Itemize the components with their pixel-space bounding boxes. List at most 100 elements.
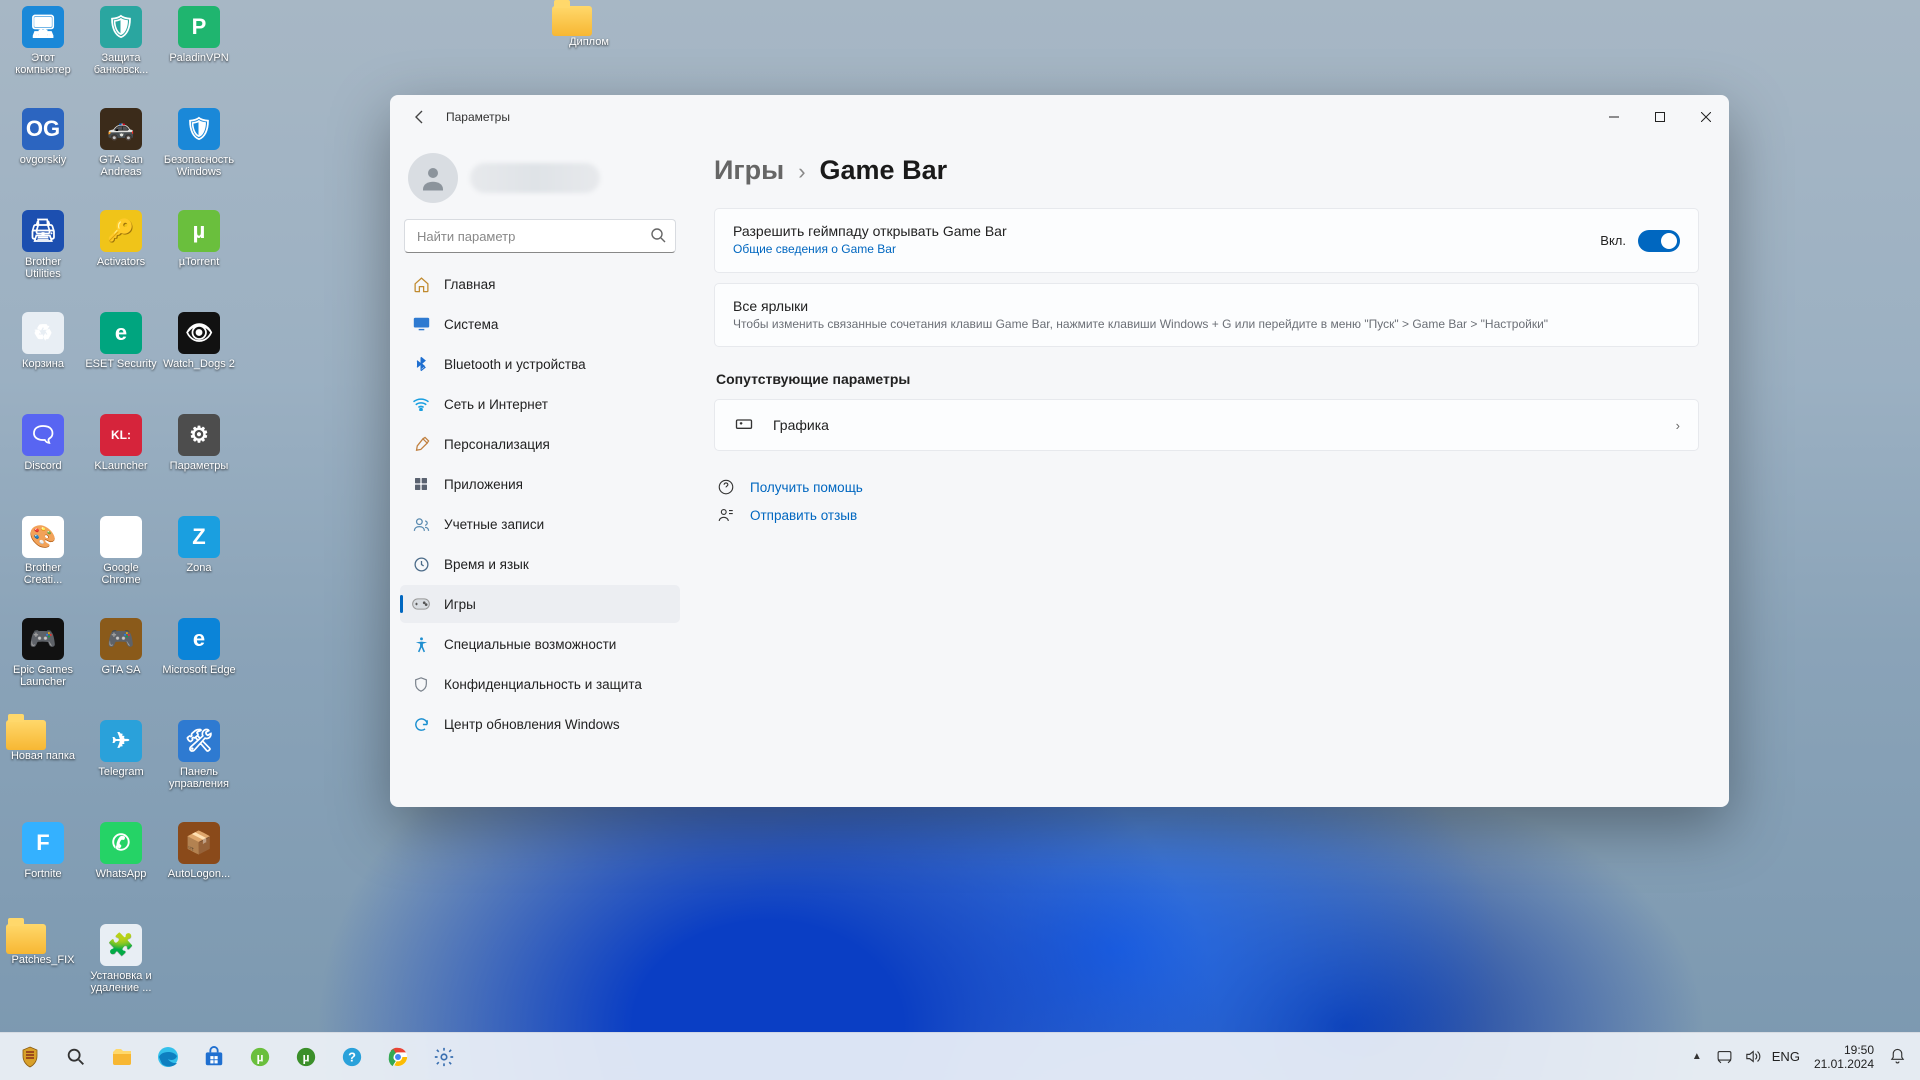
desktop-icon-label: Установка и удаление ... — [84, 970, 158, 994]
nav-item-home[interactable]: Главная — [400, 265, 680, 303]
nav-label: Bluetooth и устройства — [444, 357, 586, 372]
tb-search[interactable] — [54, 1037, 98, 1077]
app-icon: 🧩 — [100, 924, 142, 966]
tray-clock[interactable]: 19:50 21.01.2024 — [1810, 1043, 1878, 1071]
desktop-icon[interactable]: ⚙Параметры — [162, 414, 236, 472]
desktop-icon[interactable]: 🎮Epic Games Launcher — [6, 618, 80, 688]
desktop-icon-label: µTorrent — [162, 256, 236, 268]
nav-item-time[interactable]: Время и язык — [400, 545, 680, 583]
desktop-icon[interactable]: Диплом — [552, 6, 626, 48]
desktop-icon[interactable]: 🛠Панель управления — [162, 720, 236, 790]
app-icon: 🎮 — [22, 618, 64, 660]
desktop-icon[interactable]: eESET Security — [84, 312, 158, 370]
tray-notifications-icon[interactable] — [1888, 1048, 1906, 1066]
breadcrumb-current: Game Bar — [820, 155, 948, 186]
breadcrumb-separator: › — [798, 159, 805, 185]
desktop-icon-label: Brother Creati... — [6, 562, 80, 586]
minimize-button[interactable] — [1591, 101, 1637, 133]
desktop-icon[interactable]: FFortnite — [6, 822, 80, 880]
desktop-icon[interactable]: Patches_FIX — [6, 924, 80, 966]
link-row-help: Получить помощь — [716, 477, 1699, 497]
nav-item-apps[interactable]: Приложения — [400, 465, 680, 503]
card-graphics[interactable]: Графика › — [714, 399, 1699, 451]
toggle-gamepad[interactable] — [1638, 230, 1680, 252]
link-help[interactable]: Получить помощь — [750, 480, 863, 495]
tb-settings[interactable] — [422, 1037, 466, 1077]
tray-volume-icon[interactable] — [1744, 1048, 1762, 1066]
desktop-icon[interactable]: ZZona — [162, 516, 236, 574]
app-icon: 🖥 — [22, 6, 64, 48]
tb-start[interactable] — [8, 1037, 52, 1077]
nav-item-accounts[interactable]: Учетные записи — [400, 505, 680, 543]
svg-text:?: ? — [348, 1049, 356, 1064]
tray-onedrive-icon[interactable] — [1716, 1048, 1734, 1066]
desktop-icon[interactable]: PPaladinVPN — [162, 6, 236, 64]
desktop-icon-label: GTA San Andreas — [84, 154, 158, 178]
desktop-icon[interactable]: 👁Watch_Dogs 2 — [162, 312, 236, 370]
row-graphics-label: Графика — [773, 417, 1658, 433]
nav-item-update[interactable]: Центр обновления Windows — [400, 705, 680, 743]
nav-item-brush[interactable]: Персонализация — [400, 425, 680, 463]
link-feedback[interactable]: Отправить отзыв — [750, 508, 857, 523]
tray-overflow[interactable] — [1688, 1048, 1706, 1066]
desktop-icon[interactable]: ✈Telegram — [84, 720, 158, 778]
app-icon: 🎮 — [100, 618, 142, 660]
help-icon — [716, 477, 736, 497]
app-icon: ♻ — [22, 312, 64, 354]
app-icon: 🔑 — [100, 210, 142, 252]
gaming-icon — [412, 595, 430, 613]
store-icon — [202, 1045, 226, 1069]
tb-store[interactable] — [192, 1037, 236, 1077]
nav-item-bluetooth[interactable]: Bluetooth и устройства — [400, 345, 680, 383]
desktop-icon[interactable]: 🎮GTA SA — [84, 618, 158, 676]
tb-utorrent-web[interactable]: µ — [238, 1037, 282, 1077]
desktop-icon[interactable]: 🖥Этот компьютер — [6, 6, 80, 76]
desktop-icon[interactable]: Новая папка — [6, 720, 80, 762]
desktop-icon[interactable]: 🗨Discord — [6, 414, 80, 472]
tb-chrome[interactable] — [376, 1037, 420, 1077]
nav-label: Игры — [444, 597, 476, 612]
app-icon: 👁 — [178, 312, 220, 354]
nav-item-access[interactable]: Специальные возможности — [400, 625, 680, 663]
desktop-icon[interactable]: 🚓GTA San Andreas — [84, 108, 158, 178]
desktop-icon[interactable]: eMicrosoft Edge — [162, 618, 236, 676]
nav-label: Время и язык — [444, 557, 529, 572]
nav-item-system[interactable]: Система — [400, 305, 680, 343]
desktop-icon[interactable]: KL:KLauncher — [84, 414, 158, 472]
desktop-icon[interactable]: ◉Google Chrome — [84, 516, 158, 586]
privacy-icon — [412, 675, 430, 693]
close-button[interactable] — [1683, 101, 1729, 133]
link-gamebar-info[interactable]: Общие сведения о Game Bar — [733, 242, 896, 256]
accounts-icon — [412, 515, 430, 533]
tb-explorer[interactable] — [100, 1037, 144, 1077]
user-name-redacted — [470, 163, 600, 193]
desktop-icon[interactable]: 📦AutoLogon... — [162, 822, 236, 880]
user-row[interactable] — [400, 143, 680, 219]
tb-edge[interactable] — [146, 1037, 190, 1077]
link-row-feedback: Отправить отзыв — [716, 505, 1699, 525]
desktop-icon[interactable]: µµTorrent — [162, 210, 236, 268]
back-button[interactable] — [400, 97, 440, 137]
nav-item-gaming[interactable]: Игры — [400, 585, 680, 623]
desktop-icon[interactable]: 🎨Brother Creati... — [6, 516, 80, 586]
desktop-icon[interactable]: 🛡Защита банковск... — [84, 6, 158, 76]
breadcrumb-parent[interactable]: Игры — [714, 155, 784, 186]
desktop-icon[interactable]: ♻Корзина — [6, 312, 80, 370]
content: Игры › Game Bar Разрешить геймпаду откры… — [690, 139, 1729, 807]
desktop-icon-label: KLauncher — [84, 460, 158, 472]
nav-item-wifi[interactable]: Сеть и Интернет — [400, 385, 680, 423]
tray-language[interactable]: ENG — [1772, 1049, 1800, 1064]
system-icon — [412, 315, 430, 333]
desktop-icon[interactable]: ✆WhatsApp — [84, 822, 158, 880]
desktop-icon-label: Brother Utilities — [6, 256, 80, 280]
desktop-icon[interactable]: 🧩 Установка и удаление ... — [84, 924, 158, 994]
search-input[interactable] — [404, 219, 676, 253]
nav-item-privacy[interactable]: Конфиденциальность и защита — [400, 665, 680, 703]
desktop-icon[interactable]: 🖨Brother Utilities — [6, 210, 80, 280]
maximize-button[interactable] — [1637, 101, 1683, 133]
desktop-icon[interactable]: OGovgorskiy — [6, 108, 80, 166]
tb-help[interactable]: ? — [330, 1037, 374, 1077]
desktop-icon[interactable]: 🛡Безопасность Windows — [162, 108, 236, 178]
desktop-icon[interactable]: 🔑Activators — [84, 210, 158, 268]
tb-utorrent[interactable]: µ — [284, 1037, 328, 1077]
